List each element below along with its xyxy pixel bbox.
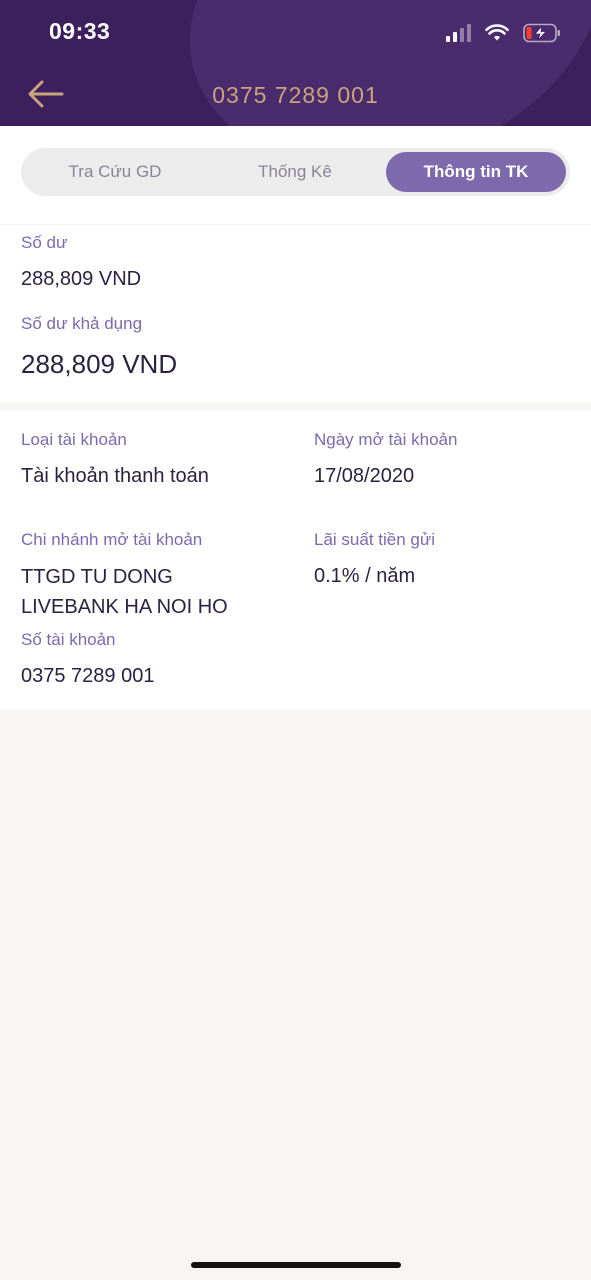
segmented-tabs: Tra Cứu GD Thống Kê Thông tin TK [21, 148, 570, 196]
account-info-card: Loại tài khoản Tài khoản thanh toán Ngày… [0, 410, 591, 710]
balance-card: Số dư 288,809 VND Số dư khả dụng 288,809… [0, 225, 591, 402]
interest-rate-label: Lãi suất tiền gửi [314, 530, 436, 549]
tab-section: Tra Cứu GD Thống Kê Thông tin TK [0, 126, 591, 224]
nav-bar: 0375 7289 001 [0, 64, 591, 126]
balance-label: Số dư [21, 233, 68, 252]
branch-label: Chi nhánh mở tài khoản [21, 530, 203, 549]
account-type-value: Tài khoản thanh toán [21, 465, 209, 487]
page-title: 0375 7289 001 [212, 82, 379, 108]
branch-value-line1: TTGD TU DONG [21, 566, 173, 588]
branch-value-line2: LIVEBANK HA NOI HO [21, 596, 228, 618]
home-indicator[interactable] [191, 1262, 401, 1268]
available-balance-label: Số dư khả dụng [21, 314, 143, 333]
balance-value: 288,809 VND [21, 268, 142, 290]
status-bar: 09:33 [0, 0, 591, 64]
tab-account-info[interactable]: Thông tin TK [386, 152, 566, 192]
tab-transaction-lookup[interactable]: Tra Cứu GD [25, 152, 205, 192]
open-date-value: 17/08/2020 [314, 465, 415, 487]
interest-rate-value: 0.1% / năm [314, 565, 416, 587]
account-number-value: 0375 7289 001 [21, 665, 155, 687]
account-type-label: Loại tài khoản [21, 430, 127, 449]
branch-value: TTGD TU DONG LIVEBANK HA NOI HO [21, 562, 281, 622]
available-balance-value: 288,809 VND [21, 349, 178, 379]
wifi-icon [485, 24, 509, 41]
status-icons [446, 22, 561, 44]
battery-charging-icon [523, 23, 560, 43]
status-time: 09:33 [49, 18, 111, 44]
tab-statistics[interactable]: Thống Kê [205, 152, 385, 192]
app-header: 09:33 0375 7289 001 [0, 0, 591, 126]
open-date-label: Ngày mở tài khoản [314, 430, 458, 449]
account-number-label: Số tài khoản [21, 630, 116, 649]
cellular-signal-icon [446, 24, 471, 42]
